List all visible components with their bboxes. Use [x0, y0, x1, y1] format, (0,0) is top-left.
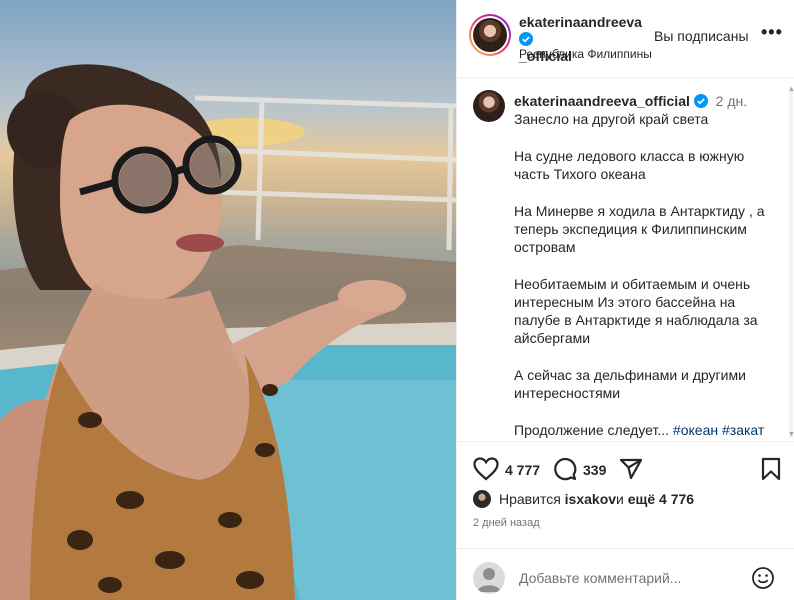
comment-count[interactable]: 339 [583, 462, 606, 478]
like-count[interactable]: 4 777 [505, 462, 540, 478]
caption-area[interactable]: ekaterinaandreeva_official 2 дн. Занесло… [457, 78, 794, 442]
caption-author-avatar[interactable] [473, 90, 505, 122]
current-user-avatar [473, 562, 505, 594]
caption-author[interactable]: ekaterinaandreeva_official [514, 93, 690, 109]
likes-summary: Нравится isxakov и ещё 4 776 [473, 489, 694, 509]
add-comment-bar [457, 548, 794, 600]
post-side-panel: ekaterinaandreeva _official Вы подписаны… [456, 0, 794, 600]
hashtag-link[interactable]: #океан [673, 422, 718, 438]
liker-avatar[interactable] [473, 490, 491, 508]
bookmark-icon[interactable] [761, 457, 781, 481]
caption-paragraph: Занесло на другой край света [514, 111, 709, 127]
comment-icon[interactable] [553, 457, 577, 481]
post-header: ekaterinaandreeva _official Вы подписаны… [457, 0, 794, 78]
share-icon[interactable] [619, 457, 643, 481]
scroll-down-icon[interactable]: ▼ [788, 431, 794, 438]
post-photo[interactable] [0, 0, 456, 600]
following-status[interactable]: Вы подписаны [654, 28, 749, 44]
verified-badge-icon [693, 94, 708, 108]
user-placeholder-icon [477, 568, 501, 592]
smile-icon[interactable] [751, 566, 775, 590]
caption-paragraph: На судне ледового класса в южную часть Т… [514, 148, 745, 182]
verified-badge-icon [519, 32, 533, 46]
caption-paragraph: На Минерве я ходила в Антарктиду , а теп… [514, 203, 765, 255]
caption-paragraph: Необитаемым и обитаемым и очень интересн… [514, 276, 758, 346]
post-location[interactable]: Республика Филиппины [519, 47, 652, 61]
likes-others-link[interactable]: ещё 4 776 [628, 491, 694, 507]
scroll-up-icon[interactable]: ▲ [788, 86, 794, 93]
comment-input[interactable] [519, 564, 739, 592]
caption-scrollbar[interactable]: ▲ ▼ [788, 86, 794, 438]
author-avatar[interactable] [469, 14, 511, 56]
instagram-post-dialog: ekaterinaandreeva _official Вы подписаны… [0, 0, 794, 600]
caption-age: 2 дн. [715, 93, 748, 109]
heart-icon[interactable] [473, 457, 499, 481]
post-date[interactable]: 2 дней назад [473, 517, 540, 529]
caption-paragraph: А сейчас за дельфинами и другими интерес… [514, 367, 746, 401]
liker-username[interactable]: isxakov [565, 491, 616, 507]
caption-paragraph: Продолжение следует... [514, 422, 673, 438]
selfie-illustration [0, 64, 456, 600]
more-icon[interactable]: ••• [761, 22, 783, 43]
scrollbar-thumb[interactable] [789, 86, 793, 438]
hashtag-link[interactable]: #закат [722, 422, 764, 438]
post-caption: ekaterinaandreeva_official 2 дн. Занесло… [514, 92, 779, 441]
